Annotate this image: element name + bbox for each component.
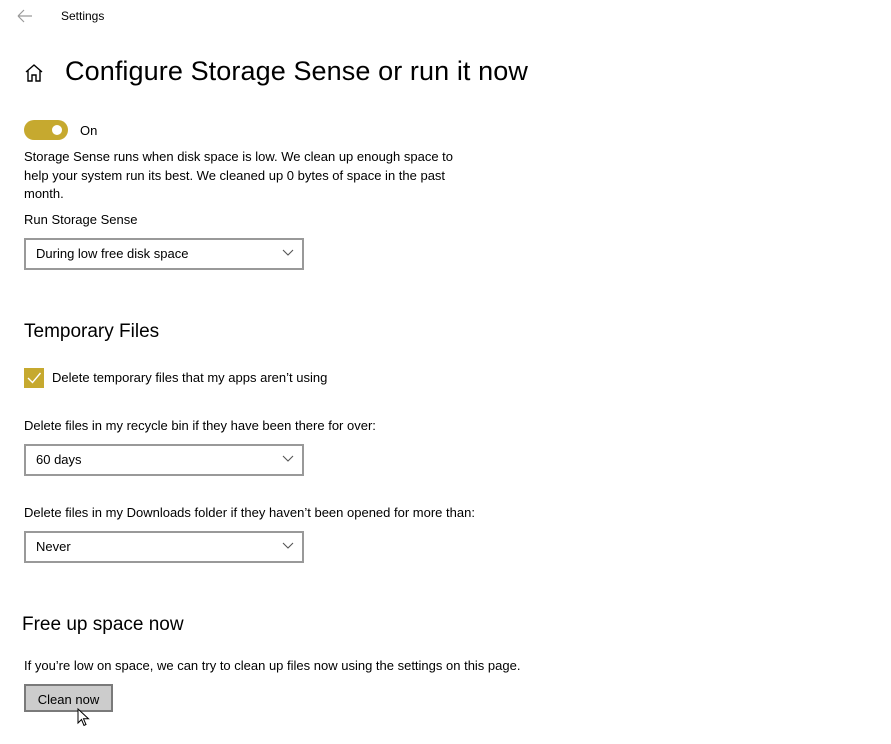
- downloads-folder-label: Delete files in my Downloads folder if t…: [24, 505, 475, 520]
- clean-now-button[interactable]: Clean now: [24, 684, 113, 712]
- page-title: Configure Storage Sense or run it now: [65, 56, 528, 86]
- home-button[interactable]: [24, 63, 44, 83]
- free-up-space-description: If you’re low on space, we can try to cl…: [24, 658, 521, 673]
- chevron-down-icon: [282, 542, 294, 549]
- recycle-bin-dropdown[interactable]: 60 days: [24, 444, 304, 476]
- run-storage-sense-dropdown[interactable]: During low free disk space: [24, 238, 304, 270]
- delete-temp-files-checkbox[interactable]: [24, 368, 44, 388]
- checkmark-icon: [27, 372, 42, 384]
- recycle-bin-label: Delete files in my recycle bin if they h…: [24, 418, 376, 433]
- storage-sense-toggle[interactable]: [24, 120, 68, 140]
- downloads-folder-dropdown[interactable]: Never: [24, 531, 304, 563]
- app-title: Settings: [61, 9, 105, 23]
- delete-temp-files-label: Delete temporary files that my apps aren…: [52, 370, 328, 385]
- downloads-folder-value: Never: [36, 539, 71, 554]
- run-storage-sense-value: During low free disk space: [36, 246, 189, 261]
- toggle-state-label: On: [80, 123, 98, 138]
- home-icon: [25, 64, 43, 82]
- arrow-left-icon: [17, 9, 32, 23]
- chevron-down-icon: [282, 455, 294, 462]
- run-storage-sense-label: Run Storage Sense: [24, 212, 138, 227]
- toggle-knob: [52, 125, 62, 135]
- free-up-space-heading: Free up space now: [22, 614, 184, 635]
- back-button[interactable]: [14, 6, 36, 26]
- chevron-down-icon: [282, 249, 294, 256]
- storage-sense-description: Storage Sense runs when disk space is lo…: [24, 149, 454, 201]
- mouse-cursor-icon: [77, 707, 91, 728]
- temporary-files-heading: Temporary Files: [24, 321, 160, 342]
- recycle-bin-value: 60 days: [36, 452, 82, 467]
